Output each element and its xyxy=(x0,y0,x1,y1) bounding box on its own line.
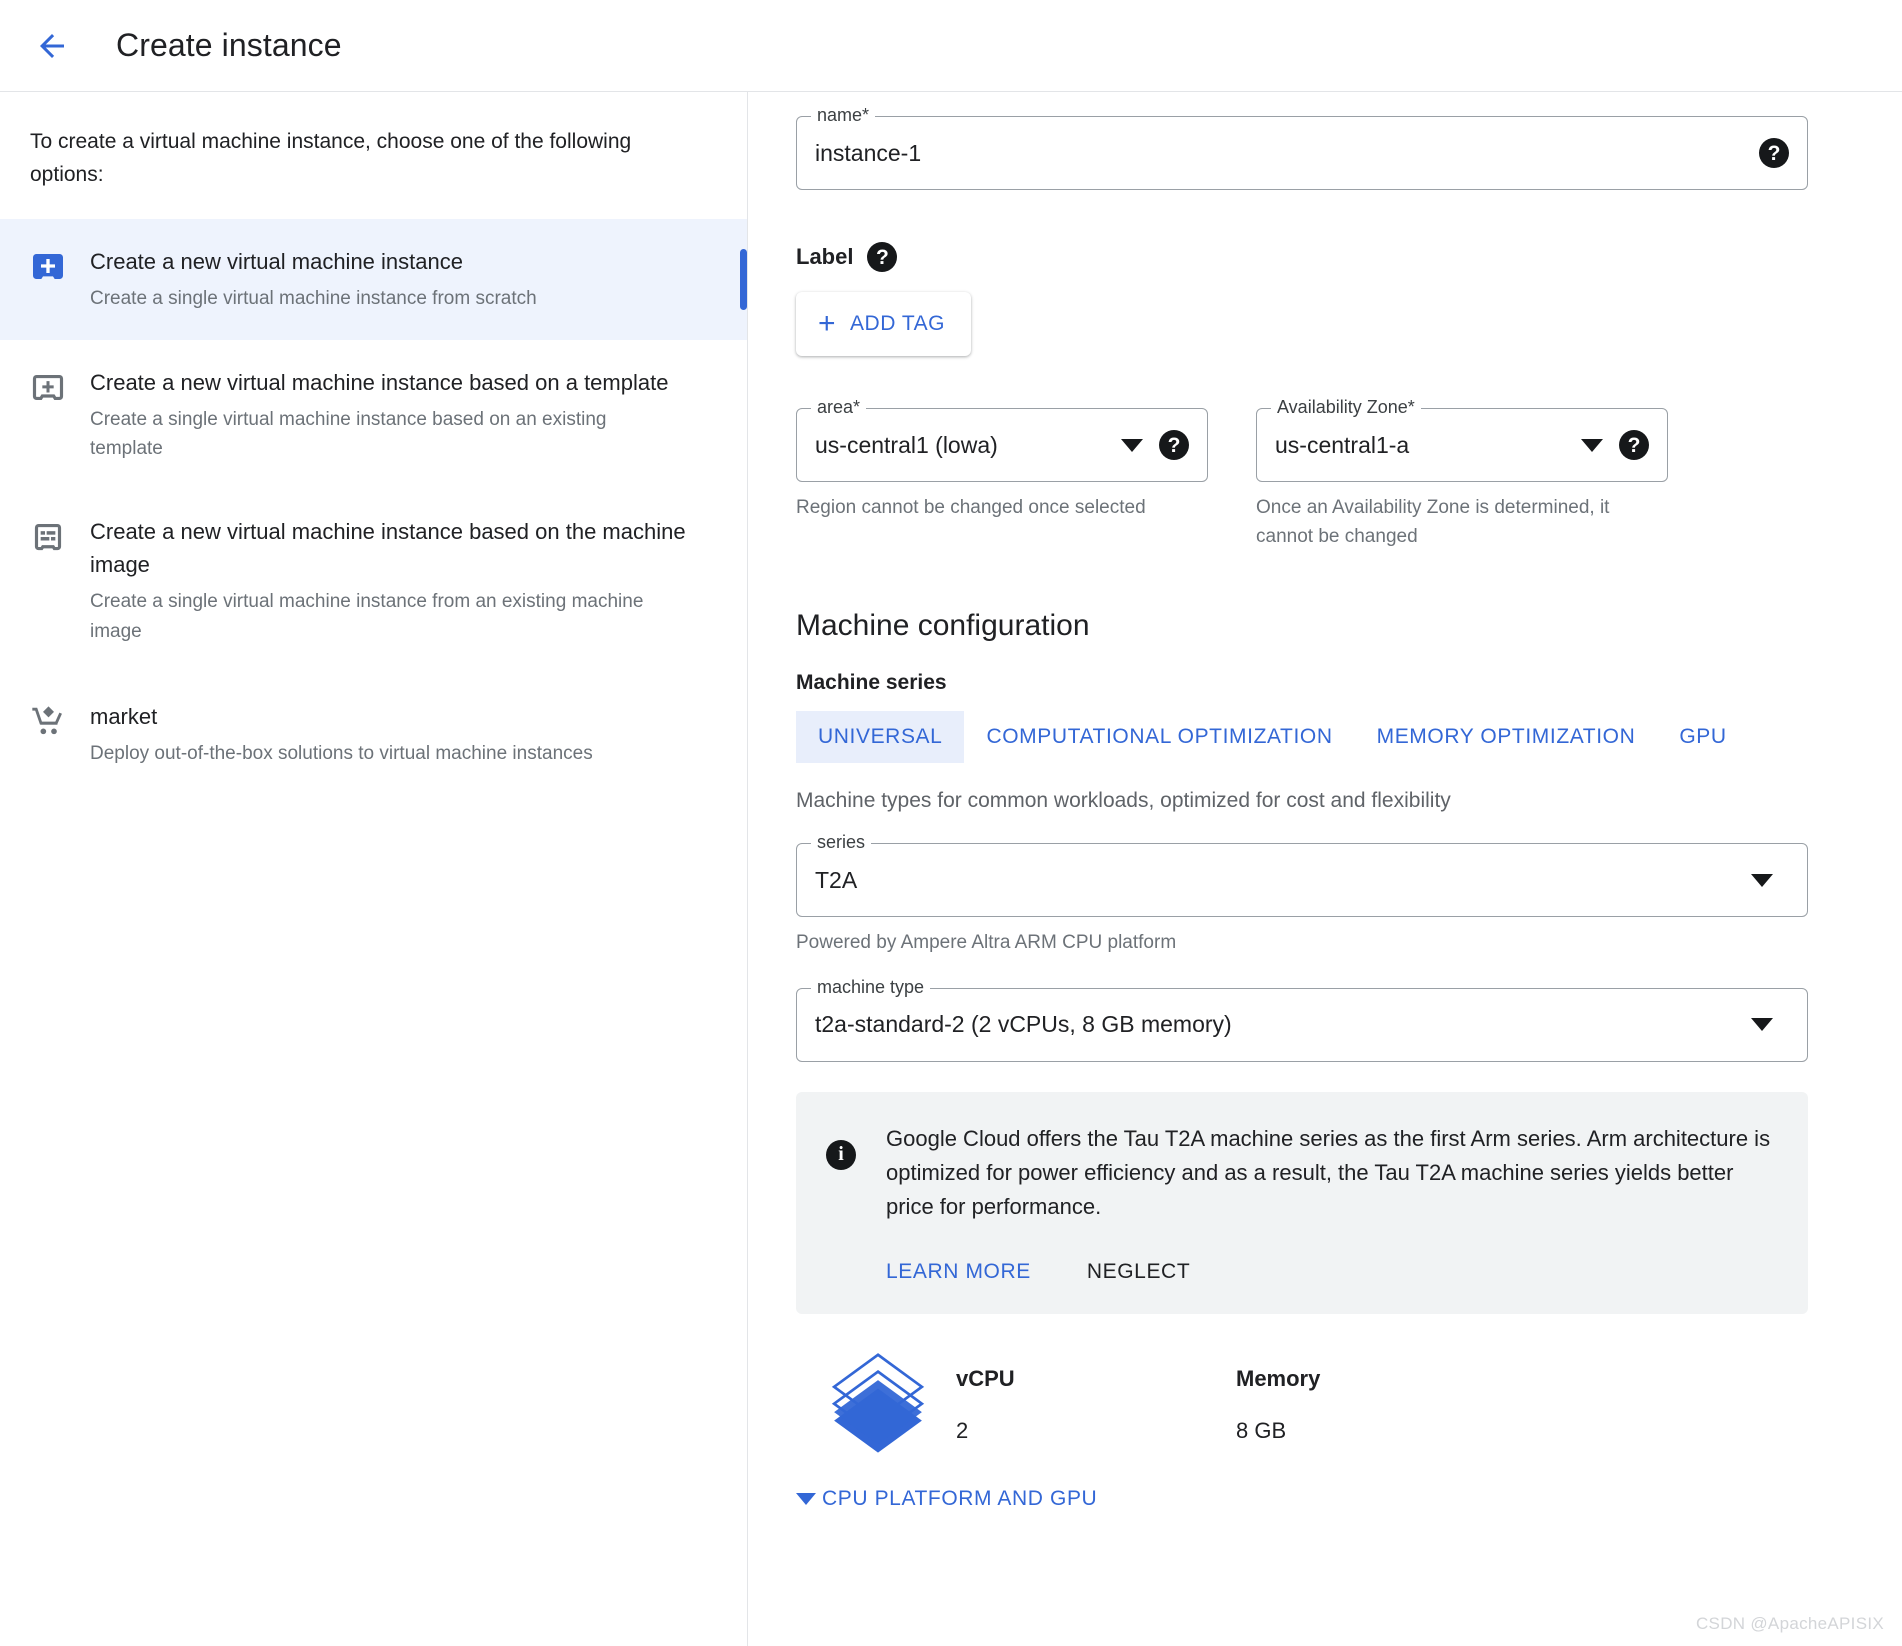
option-text: Create a new virtual machine instance ba… xyxy=(90,515,717,646)
label-section-header: Label ? xyxy=(796,242,1902,272)
machine-type-select[interactable]: machine type t2a-standard-2 (2 vCPUs, 8 … xyxy=(796,977,1808,1062)
zone-field-legend: Availability Zone* xyxy=(1271,398,1421,416)
info-box-text: Google Cloud offers the Tau T2A machine … xyxy=(886,1125,1771,1219)
configuration-form: name* instance-1 ? Label ? + ADD TAG are… xyxy=(748,92,1902,1646)
create-instance-page: Create instance To create a virtual mach… xyxy=(0,0,1902,1646)
option-text: Create a new virtual machine instance Cr… xyxy=(90,245,717,313)
cpu-platform-and-gpu-expander[interactable]: CPU PLATFORM AND GPU xyxy=(796,1487,1097,1511)
option-description: Create a single virtual machine instance… xyxy=(90,288,537,310)
memory-spec: Memory 8 GB xyxy=(1236,1348,1320,1444)
page-body: To create a virtual machine instance, ch… xyxy=(0,92,1902,1646)
machine-type-field-legend: machine type xyxy=(811,977,931,996)
option-title: Create a new virtual machine instance ba… xyxy=(90,369,669,395)
back-button[interactable] xyxy=(24,18,80,74)
neglect-button[interactable]: NEGLECT xyxy=(1087,1260,1190,1284)
page-title: Create instance xyxy=(116,27,342,63)
machine-series-tabs: UNIVERSAL COMPUTATIONAL OPTIMIZATION MEM… xyxy=(796,711,1902,763)
help-icon[interactable]: ? xyxy=(1159,430,1189,460)
area-field-wrap: area* us-central1 (lowa) ? Region cannot… xyxy=(796,398,1208,551)
option-description: Deploy out-of-the-box solutions to virtu… xyxy=(90,743,593,765)
plus-icon: + xyxy=(818,307,837,340)
cpu-platform-and-gpu-label: CPU PLATFORM AND GPU xyxy=(822,1486,1098,1510)
vcpu-value: 2 xyxy=(956,1417,969,1443)
option-text: Create a new virtual machine instance ba… xyxy=(90,366,717,464)
series-select[interactable]: series T2A xyxy=(796,833,1808,917)
option-description: Create a single virtual machine instance… xyxy=(90,591,644,642)
option-create-from-machine-image[interactable]: Create a new virtual machine instance ba… xyxy=(0,489,747,672)
tab-computational-optimization[interactable]: COMPUTATIONAL OPTIMIZATION xyxy=(964,711,1354,763)
zone-field-hint: Once an Availability Zone is determined,… xyxy=(1256,497,1610,547)
tab-description: Machine types for common workloads, opti… xyxy=(796,789,1451,812)
info-box-body: Google Cloud offers the Tau T2A machine … xyxy=(886,1122,1774,1284)
name-field-legend: name* xyxy=(811,106,876,124)
tab-universal[interactable]: UNIVERSAL xyxy=(796,711,965,763)
layers-stack-icon xyxy=(796,1348,956,1461)
name-field-wrap: name* instance-1 ? xyxy=(796,106,1808,190)
help-icon[interactable]: ? xyxy=(1759,138,1789,168)
tau-t2a-info-box: i Google Cloud offers the Tau T2A machin… xyxy=(796,1091,1808,1314)
option-create-from-template[interactable]: Create a new virtual machine instance ba… xyxy=(0,340,747,490)
option-list: Create a new virtual machine instance Cr… xyxy=(0,219,747,795)
arrow-left-icon xyxy=(34,28,70,64)
area-select[interactable]: area* us-central1 (lowa) ? xyxy=(796,398,1208,482)
name-field-value: instance-1 xyxy=(815,139,922,166)
machine-configuration-title: Machine configuration xyxy=(796,609,1090,642)
vm-add-filled-icon xyxy=(28,245,68,313)
memory-label: Memory xyxy=(1236,1365,1321,1391)
region-zone-row: area* us-central1 (lowa) ? Region cannot… xyxy=(796,398,1902,551)
series-field-hint: Powered by Ampere Altra ARM CPU platform xyxy=(796,932,1177,953)
area-field-legend: area* xyxy=(811,398,867,416)
series-field-legend: series xyxy=(811,833,872,851)
label-section-title: Label xyxy=(796,244,854,269)
vcpu-spec: vCPU 2 xyxy=(956,1348,1236,1444)
area-field-value: us-central1 (lowa) xyxy=(815,431,998,458)
sidebar-intro-text: To create a virtual machine instance, ch… xyxy=(30,130,632,186)
machine-series-label: Machine series xyxy=(796,671,947,694)
watermark: CSDN @ApacheAPISIX xyxy=(1695,1614,1884,1633)
option-text: market Deploy out-of-the-box solutions t… xyxy=(90,698,717,768)
info-box-actions: LEARN MORE NEGLECT xyxy=(886,1260,1774,1284)
series-field-value: T2A xyxy=(815,866,858,893)
memory-value: 8 GB xyxy=(1236,1417,1287,1443)
option-create-new-vm[interactable]: Create a new virtual machine instance Cr… xyxy=(0,219,747,340)
area-field-hint: Region cannot be changed once selected xyxy=(796,497,1146,518)
selection-indicator xyxy=(740,249,747,310)
machine-type-field-value: t2a-standard-2 (2 vCPUs, 8 GB memory) xyxy=(815,1011,1232,1037)
add-tag-button[interactable]: + ADD TAG xyxy=(796,292,971,356)
info-icon: i xyxy=(826,1139,856,1170)
shopping-cart-icon xyxy=(28,698,68,768)
learn-more-link[interactable]: LEARN MORE xyxy=(886,1260,1031,1284)
vm-template-icon xyxy=(28,366,68,464)
availability-zone-select[interactable]: Availability Zone* us-central1-a ? xyxy=(1256,398,1668,482)
help-icon[interactable]: ? xyxy=(1619,430,1649,460)
machine-image-icon xyxy=(28,515,68,646)
option-title: Create a new virtual machine instance xyxy=(90,249,463,275)
tab-memory-optimization[interactable]: MEMORY OPTIMIZATION xyxy=(1355,711,1658,763)
chevron-down-icon[interactable] xyxy=(1751,873,1773,887)
options-sidebar: To create a virtual machine instance, ch… xyxy=(0,92,748,1646)
page-header: Create instance xyxy=(0,0,1902,92)
option-market[interactable]: market Deploy out-of-the-box solutions t… xyxy=(0,672,747,794)
option-title: Create a new virtual machine instance ba… xyxy=(90,519,686,578)
chevron-down-icon xyxy=(796,1492,816,1505)
vcpu-label: vCPU xyxy=(956,1365,1015,1391)
name-input[interactable]: name* instance-1 ? xyxy=(796,106,1808,190)
zone-field-value: us-central1-a xyxy=(1275,431,1410,458)
chevron-down-icon[interactable] xyxy=(1751,1018,1773,1031)
machine-specs: vCPU 2 Memory 8 GB xyxy=(796,1348,1902,1461)
machine-type-field-wrap: machine type t2a-standard-2 (2 vCPUs, 8 … xyxy=(796,977,1808,1062)
zone-field-wrap: Availability Zone* us-central1-a ? Once … xyxy=(1256,398,1668,551)
add-tag-label: ADD TAG xyxy=(850,312,945,335)
option-title: market xyxy=(90,704,158,730)
series-field-wrap: series T2A xyxy=(796,833,1808,917)
option-description: Create a single virtual machine instance… xyxy=(90,408,607,459)
help-icon[interactable]: ? xyxy=(867,242,898,272)
chevron-down-icon[interactable] xyxy=(1121,438,1143,452)
tab-gpu[interactable]: GPU xyxy=(1657,711,1748,763)
chevron-down-icon[interactable] xyxy=(1581,438,1603,452)
